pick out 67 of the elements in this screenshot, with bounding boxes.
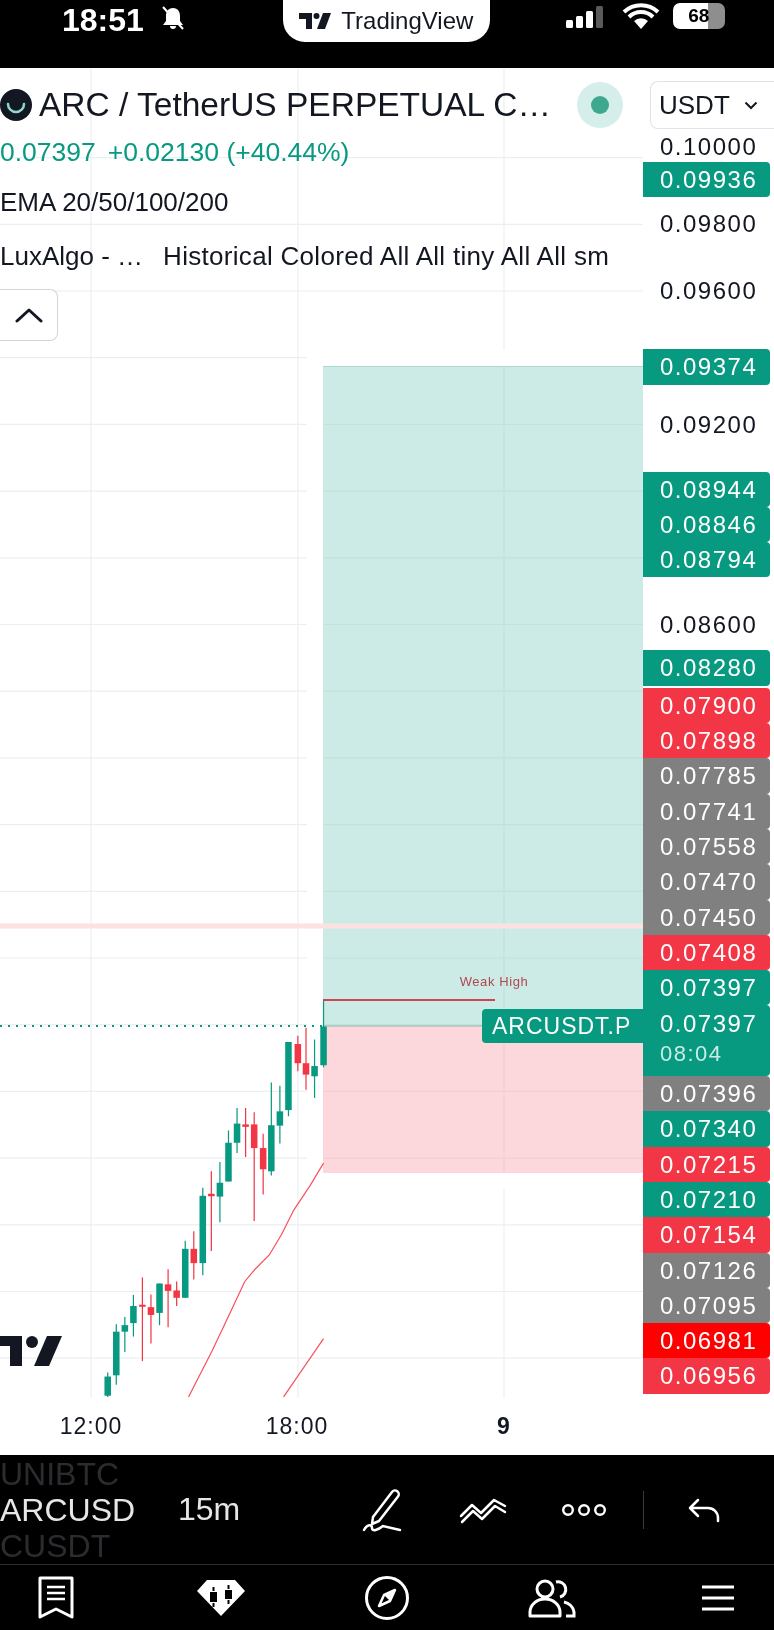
wifi-icon	[621, 3, 660, 29]
price-badge: 0.08846	[643, 506, 770, 543]
price-badge: 0.07215	[643, 1146, 770, 1182]
price-badge: 0.07741	[643, 793, 770, 829]
price-badge: 0.07397	[643, 970, 770, 1006]
last-price: 0.07397	[0, 136, 96, 168]
price-badge: 0.07210	[643, 1181, 770, 1218]
bell-slash-icon	[159, 6, 186, 30]
price-badge: 0.09936	[643, 162, 770, 198]
price-badge: 0.07340	[643, 1111, 770, 1147]
more-icon[interactable]	[561, 1502, 608, 1517]
indicator-name[interactable]: EMA 20/50/100/200	[0, 186, 229, 218]
price-change: +0.02130 (+40.44%)	[107, 136, 350, 168]
app-name: TradingView	[341, 7, 474, 35]
caret-icon	[743, 100, 758, 110]
price-tick-label: 0.09200	[659, 409, 758, 440]
price-tick-label: 0.09600	[659, 276, 758, 307]
price-tick-label: 0.09800	[659, 209, 758, 240]
compass-icon[interactable]	[364, 1574, 410, 1621]
collapse-button[interactable]	[0, 289, 58, 341]
undo-icon[interactable]	[687, 1496, 722, 1523]
status-dot-icon	[577, 82, 623, 128]
price-badge: 0.09374	[643, 349, 770, 385]
tv-logo-icon	[299, 11, 332, 31]
clock-time: 18:51	[62, 2, 144, 38]
price-badge: 0.07900	[643, 687, 770, 724]
price-badge: 0.07408	[643, 934, 770, 971]
price-badge: 0.07126	[643, 1252, 770, 1288]
price-badge: 0.06981	[643, 1323, 770, 1359]
interval-button[interactable]: 15m	[178, 1491, 241, 1528]
signal-icon	[565, 6, 604, 28]
price-text: 0.07397	[660, 1009, 758, 1040]
price-badge: 0.08944	[643, 471, 770, 507]
people-icon[interactable]	[528, 1577, 576, 1618]
price-badge: 0.07154	[643, 1217, 770, 1253]
candle	[320, 999, 327, 1068]
tv-logo-icon	[0, 1336, 62, 1366]
currency-dropdown[interactable]: USDT	[650, 81, 774, 129]
indicator-settings: Historical Colored All All tiny All All sm	[163, 240, 610, 272]
price-badge: 0.07095	[643, 1287, 770, 1324]
price-badge: 0.08280	[643, 650, 770, 686]
symbol-item[interactable]: ARCUSD	[0, 1491, 136, 1528]
time-label: 12:00	[59, 1413, 123, 1440]
countdown-text: 08:04	[660, 1040, 723, 1069]
price-badge: 0.07470	[643, 864, 770, 900]
price-badge: 0.07785	[643, 758, 770, 794]
caret-icon	[14, 307, 43, 323]
price-badge: 0.07450	[643, 899, 770, 935]
bookmark-list-icon[interactable]	[37, 1575, 75, 1620]
price-badge: 0.06956	[643, 1358, 770, 1394]
candle	[104, 1371, 111, 1398]
time-label: 18:00	[265, 1413, 329, 1440]
pencil-icon[interactable]	[361, 1486, 404, 1533]
annotation-label: Weak High	[459, 974, 529, 989]
gem-icon[interactable]	[196, 1578, 246, 1617]
price-badge: 0.07558	[643, 828, 770, 865]
battery-indicator: 68	[672, 3, 725, 29]
price-tick-label: 0.08600	[659, 610, 758, 641]
symbol-price-label: ARCUSDT.P	[482, 1009, 643, 1043]
price-badge: 0.08794	[643, 542, 770, 578]
coin-logo-icon	[0, 89, 32, 121]
date-label: 9	[497, 1413, 511, 1440]
price-badge: 0.07396	[643, 1076, 770, 1112]
symbol-title[interactable]: ARC / TetherUS PERPETUAL C…	[39, 86, 551, 124]
price-tick-label: 0.10000	[659, 132, 758, 162]
price-badge: 0.07898	[643, 723, 770, 759]
indicator-name[interactable]: LuxAlgo - …	[0, 240, 144, 272]
